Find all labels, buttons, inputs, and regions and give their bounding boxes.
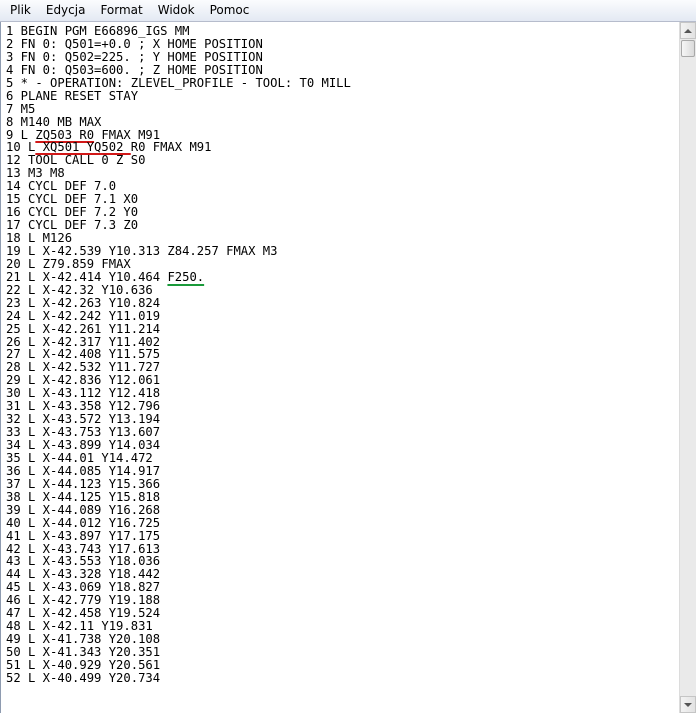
- code-line: 39 L X-44.089 Y16.268: [6, 502, 161, 517]
- code-line: 17 CYCL DEF 7.3 Z0: [6, 218, 139, 233]
- text-editor[interactable]: 1 BEGIN PGM E66896_IGS MM 2 FN 0: Q501=+0…: [0, 22, 696, 713]
- arrow-up-icon: [684, 28, 692, 33]
- code-line: 24 L X-42.242 Y11.019: [6, 308, 161, 323]
- notepad-window: Plik Edycja Format Widok Pomoc 1 BEGIN P…: [0, 0, 696, 713]
- scroll-up-button[interactable]: [680, 22, 696, 39]
- code-line: 1 BEGIN PGM E66896_IGS MM: [6, 25, 190, 38]
- code-line: 23 L X-42.263 Y10.824: [6, 295, 161, 310]
- menu-bar: Plik Edycja Format Widok Pomoc: [0, 0, 696, 22]
- red-underline-annotation: ZQ503 R0: [35, 127, 95, 142]
- code-line: 19 L X-42.539 Y10.313 Z84.257 FMAX M3: [6, 243, 278, 258]
- code-line: 51 L X-40.929 Y20.561: [6, 657, 161, 672]
- code-line: 25 L X-42.261 Y11.214: [6, 321, 161, 336]
- code-line: 4 FN 0: Q503=600. ; Z HOME POSITION: [6, 62, 263, 77]
- code-line: 3 FN 0: Q502=225. ; Y HOME POSITION: [6, 49, 263, 64]
- vertical-scrollbar[interactable]: [679, 22, 696, 713]
- menu-help[interactable]: Pomoc: [203, 0, 258, 21]
- code-line: 35 L X-44.01 Y14.472: [6, 450, 153, 465]
- menu-view[interactable]: Widok: [151, 0, 203, 21]
- code-line: 52 L X-40.499 Y20.734: [6, 670, 161, 685]
- code-line: 40 L X-44.012 Y16.725: [6, 515, 161, 530]
- code-line: 2 FN 0: Q501=+0.0 ; X HOME POSITION: [6, 36, 263, 51]
- menu-format[interactable]: Format: [93, 0, 150, 21]
- code-line: 5 * - OPERATION: ZLEVEL_PROFILE - TOOL: …: [6, 75, 351, 90]
- code-line: 50 L X-41.343 Y20.351: [6, 645, 161, 659]
- code-line: 7 M5: [6, 101, 36, 116]
- code-line: 12 TOOL CALL 0 Z S0: [6, 153, 146, 168]
- code-line: 6 PLANE RESET STAY: [6, 88, 139, 103]
- code-line: 41 L X-43.897 Y17.175: [6, 528, 161, 543]
- green-underline-annotation: F250.: [167, 269, 205, 284]
- code-line: 20 L Z79.859 FMAX: [6, 256, 131, 271]
- code-line: 8 M140 MB MAX: [6, 114, 102, 129]
- arrow-down-icon: [684, 702, 692, 707]
- red-underline-annotation: XQ501 YQ502: [35, 140, 131, 155]
- code-line: 18 L M126: [6, 231, 73, 245]
- code-line: 22 L X-42.32 Y10.636: [6, 282, 153, 297]
- code-line: 34 L X-43.899 Y14.034: [6, 438, 161, 452]
- code-line: 36 L X-44.085 Y14.917: [6, 463, 161, 478]
- code-line: 38 L X-44.125 Y15.818: [6, 489, 161, 504]
- text-content[interactable]: 1 BEGIN PGM E66896_IGS MM 2 FN 0: Q501=+0…: [6, 25, 660, 711]
- code-line: 21 L X-42.414 Y10.464 F250.: [6, 269, 205, 284]
- code-line: 37 L X-44.123 Y15.366: [6, 476, 161, 491]
- scrollbar-thumb[interactable]: [681, 40, 695, 57]
- menu-edit[interactable]: Edycja: [39, 0, 94, 21]
- menu-file[interactable]: Plik: [3, 0, 39, 21]
- scroll-down-button[interactable]: [680, 696, 696, 713]
